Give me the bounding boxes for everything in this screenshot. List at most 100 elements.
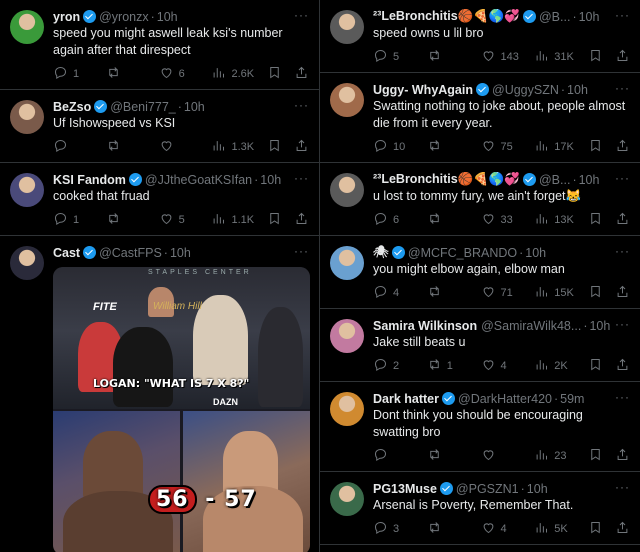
tweet[interactable]: ²³LeBronchitis🏀🍕🌎💞 @B... · 10h ··· speed… xyxy=(320,0,640,73)
like-button[interactable]: 71 xyxy=(481,284,521,302)
bookmark-button[interactable] xyxy=(267,65,282,83)
timestamp[interactable]: 10h xyxy=(527,482,548,496)
display-name[interactable]: BeZso xyxy=(53,100,91,114)
repost-button[interactable] xyxy=(106,211,146,229)
share-button[interactable] xyxy=(615,447,630,465)
timestamp[interactable]: 10h xyxy=(579,173,600,187)
timestamp[interactable]: 10h xyxy=(170,246,191,260)
like-button[interactable]: 4 xyxy=(481,357,521,375)
bookmark-button[interactable] xyxy=(588,48,603,66)
more-icon[interactable]: ··· xyxy=(294,171,309,185)
tweet[interactable]: Dark hatter @DarkHatter420 · 59m ··· Don… xyxy=(320,382,640,472)
like-button[interactable] xyxy=(481,447,521,465)
views-button[interactable]: 31K xyxy=(534,48,574,66)
like-button[interactable]: 75 xyxy=(481,138,521,156)
user-handle[interactable]: @B... xyxy=(539,10,570,24)
tweet[interactable]: KSI Fandom @JJtheGoatKSIfan · 10h ··· co… xyxy=(0,163,319,236)
views-button[interactable]: 2.6K xyxy=(211,65,254,83)
views-button[interactable]: 5K xyxy=(534,520,574,538)
tweet[interactable]: BeZso @Beni777_ · 10h ··· Uf Ishowspeed … xyxy=(0,90,319,163)
timestamp[interactable]: 10h xyxy=(579,10,600,24)
user-handle[interactable]: @Beni777_ xyxy=(110,100,176,114)
share-button[interactable] xyxy=(615,48,630,66)
user-handle[interactable]: @B... xyxy=(539,173,570,187)
repost-button[interactable] xyxy=(427,138,467,156)
views-button[interactable]: 17K xyxy=(534,138,574,156)
tweet[interactable]: Uggy- WhyAgain @UggySZN · 10h ··· Swatti… xyxy=(320,73,640,163)
tweet[interactable]: Samira Wilkinson @SamiraWilk48... · 10h … xyxy=(320,309,640,382)
reply-button[interactable]: 2 xyxy=(373,357,413,375)
display-name[interactable]: ²³LeBronchitis🏀🍕🌎💞 xyxy=(373,172,520,187)
display-name[interactable]: yron xyxy=(53,10,80,24)
avatar[interactable] xyxy=(330,83,364,117)
display-name[interactable]: 🕷 xyxy=(373,245,389,260)
more-icon[interactable]: ··· xyxy=(615,390,630,404)
display-name[interactable]: Cast xyxy=(53,246,80,260)
avatar[interactable] xyxy=(10,10,44,44)
share-button[interactable] xyxy=(615,211,630,229)
user-handle[interactable]: @MCFC_BRANDO xyxy=(408,246,517,260)
share-button[interactable] xyxy=(294,65,309,83)
user-handle[interactable]: @DarkHatter420 xyxy=(458,392,552,406)
tweet[interactable]: yron @yronzx · 10h ··· speed you might a… xyxy=(0,0,319,90)
tweet[interactable]: PG13Muse @PGSZN1 · 10h ··· Arsenal is Po… xyxy=(320,472,640,545)
reply-button[interactable]: 4 xyxy=(373,284,413,302)
reply-button[interactable]: 5 xyxy=(373,48,413,66)
more-icon[interactable]: ··· xyxy=(615,81,630,95)
avatar[interactable] xyxy=(10,100,44,134)
like-button[interactable]: 5 xyxy=(159,211,199,229)
more-icon[interactable]: ··· xyxy=(615,244,630,258)
timestamp[interactable]: 10h xyxy=(567,83,588,97)
display-name[interactable]: KSI Fandom xyxy=(53,173,126,187)
tweet[interactable]: Cast @CastFPS · 10h ··· STAPLES CENTER F… xyxy=(0,236,319,552)
more-icon[interactable]: ··· xyxy=(615,171,630,185)
repost-button[interactable]: 1 xyxy=(427,357,467,375)
more-icon[interactable]: ··· xyxy=(615,480,630,494)
timestamp[interactable]: 10h xyxy=(157,10,178,24)
views-button[interactable]: 13K xyxy=(534,211,574,229)
reply-button[interactable]: 1 xyxy=(53,65,93,83)
repost-button[interactable] xyxy=(427,520,467,538)
share-button[interactable] xyxy=(615,138,630,156)
more-icon[interactable]: ··· xyxy=(615,317,630,331)
more-icon[interactable]: ··· xyxy=(294,244,309,258)
timestamp[interactable]: 10h xyxy=(525,246,546,260)
more-icon[interactable]: ··· xyxy=(294,98,309,112)
avatar[interactable] xyxy=(330,246,364,280)
avatar[interactable] xyxy=(10,173,44,207)
avatar[interactable] xyxy=(330,10,364,44)
bookmark-button[interactable] xyxy=(588,520,603,538)
user-handle[interactable]: @UggySZN xyxy=(492,83,559,97)
like-button[interactable]: 4 xyxy=(481,520,521,538)
share-button[interactable] xyxy=(615,357,630,375)
bookmark-button[interactable] xyxy=(588,211,603,229)
reply-button[interactable]: 10 xyxy=(373,138,413,156)
bookmark-button[interactable] xyxy=(267,211,282,229)
views-button[interactable]: 15K xyxy=(534,284,574,302)
user-handle[interactable]: @SamiraWilk48... xyxy=(481,319,581,333)
timestamp[interactable]: 10h xyxy=(260,173,281,187)
avatar[interactable] xyxy=(330,482,364,516)
display-name[interactable]: Uggy- WhyAgain xyxy=(373,83,473,97)
avatar[interactable] xyxy=(330,319,364,353)
reply-button[interactable] xyxy=(373,447,413,465)
share-button[interactable] xyxy=(615,520,630,538)
user-handle[interactable]: @yronzx xyxy=(99,10,149,24)
display-name[interactable]: Dark hatter xyxy=(373,392,439,406)
repost-button[interactable] xyxy=(427,211,467,229)
views-button[interactable]: 2K xyxy=(534,357,574,375)
like-button[interactable]: 143 xyxy=(481,48,521,66)
bookmark-button[interactable] xyxy=(588,447,603,465)
timestamp[interactable]: 59m xyxy=(560,392,584,406)
display-name[interactable]: Samira Wilkinson xyxy=(373,319,477,333)
tweet[interactable]: ²³LeBronchitis🏀🍕🌎💞 @B... · 10h ··· u los… xyxy=(320,163,640,236)
repost-button[interactable] xyxy=(106,138,146,156)
avatar[interactable] xyxy=(330,392,364,426)
reply-button[interactable]: 1 xyxy=(53,211,93,229)
repost-button[interactable] xyxy=(427,447,467,465)
avatar[interactable] xyxy=(330,173,364,207)
views-button[interactable]: 23 xyxy=(534,447,574,465)
more-icon[interactable]: ··· xyxy=(615,8,630,22)
reply-button[interactable]: 3 xyxy=(373,520,413,538)
like-button[interactable]: 33 xyxy=(481,211,521,229)
